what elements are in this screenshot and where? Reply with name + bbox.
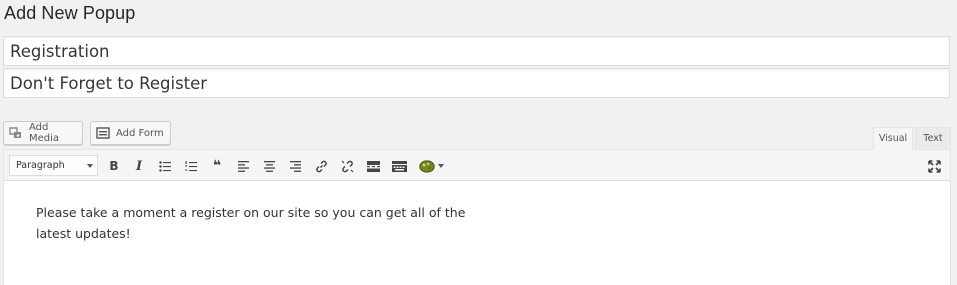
remove-link-button[interactable] — [337, 156, 357, 176]
tab-visual[interactable]: Visual — [873, 127, 913, 150]
add-form-button[interactable]: Add Form — [90, 121, 171, 145]
fullscreen-button[interactable] — [924, 156, 944, 176]
add-form-label: Add Form — [116, 127, 164, 139]
popup-shortcode-button[interactable] — [416, 156, 446, 176]
italic-icon: I — [135, 158, 143, 174]
read-more-icon — [366, 160, 380, 172]
format-select[interactable]: Paragraph — [9, 155, 98, 176]
read-more-button[interactable] — [363, 156, 383, 176]
insert-link-button[interactable] — [311, 156, 331, 176]
format-select-value: Paragraph — [16, 160, 65, 171]
unlink-icon — [341, 160, 353, 172]
popup-maker-icon — [418, 159, 435, 173]
media-icon — [9, 126, 23, 140]
keyboard-icon — [391, 160, 407, 172]
chevron-down-icon — [87, 164, 93, 168]
editor-toolbar: Paragraph B I ❝ — [4, 150, 950, 181]
align-center-icon — [263, 160, 275, 172]
tab-text[interactable]: Text — [915, 127, 951, 150]
title-input[interactable] — [3, 36, 950, 66]
bold-icon: B — [109, 159, 119, 173]
bulleted-list-button[interactable] — [155, 156, 175, 176]
bulleted-list-icon — [159, 160, 171, 172]
form-icon — [96, 126, 110, 140]
fullscreen-icon — [927, 159, 941, 173]
editor-content[interactable]: Please take a moment a register on our s… — [4, 181, 504, 244]
chevron-down-icon — [437, 164, 444, 168]
blockquote-button[interactable]: ❝ — [207, 156, 227, 176]
link-icon — [315, 160, 327, 172]
align-left-icon — [237, 160, 249, 172]
subtitle-input[interactable] — [3, 68, 950, 98]
align-right-button[interactable] — [285, 156, 305, 176]
page-title: Add New Popup — [4, 3, 136, 23]
add-media-label: Add Media — [29, 122, 60, 144]
align-left-button[interactable] — [233, 156, 253, 176]
blockquote-icon: ❝ — [212, 158, 222, 174]
numbered-list-icon — [185, 160, 197, 171]
bold-button[interactable]: B — [104, 156, 124, 176]
toolbar-toggle-button[interactable] — [389, 156, 409, 176]
add-media-button[interactable]: Add Media — [3, 121, 83, 145]
numbered-list-button[interactable] — [181, 156, 201, 176]
content-paragraph: Please take a moment a register on our s… — [36, 205, 466, 241]
italic-button[interactable]: I — [129, 156, 149, 176]
editor: Paragraph B I ❝ Please take a moment a r… — [3, 149, 951, 285]
align-right-icon — [289, 160, 301, 172]
align-center-button[interactable] — [259, 156, 279, 176]
